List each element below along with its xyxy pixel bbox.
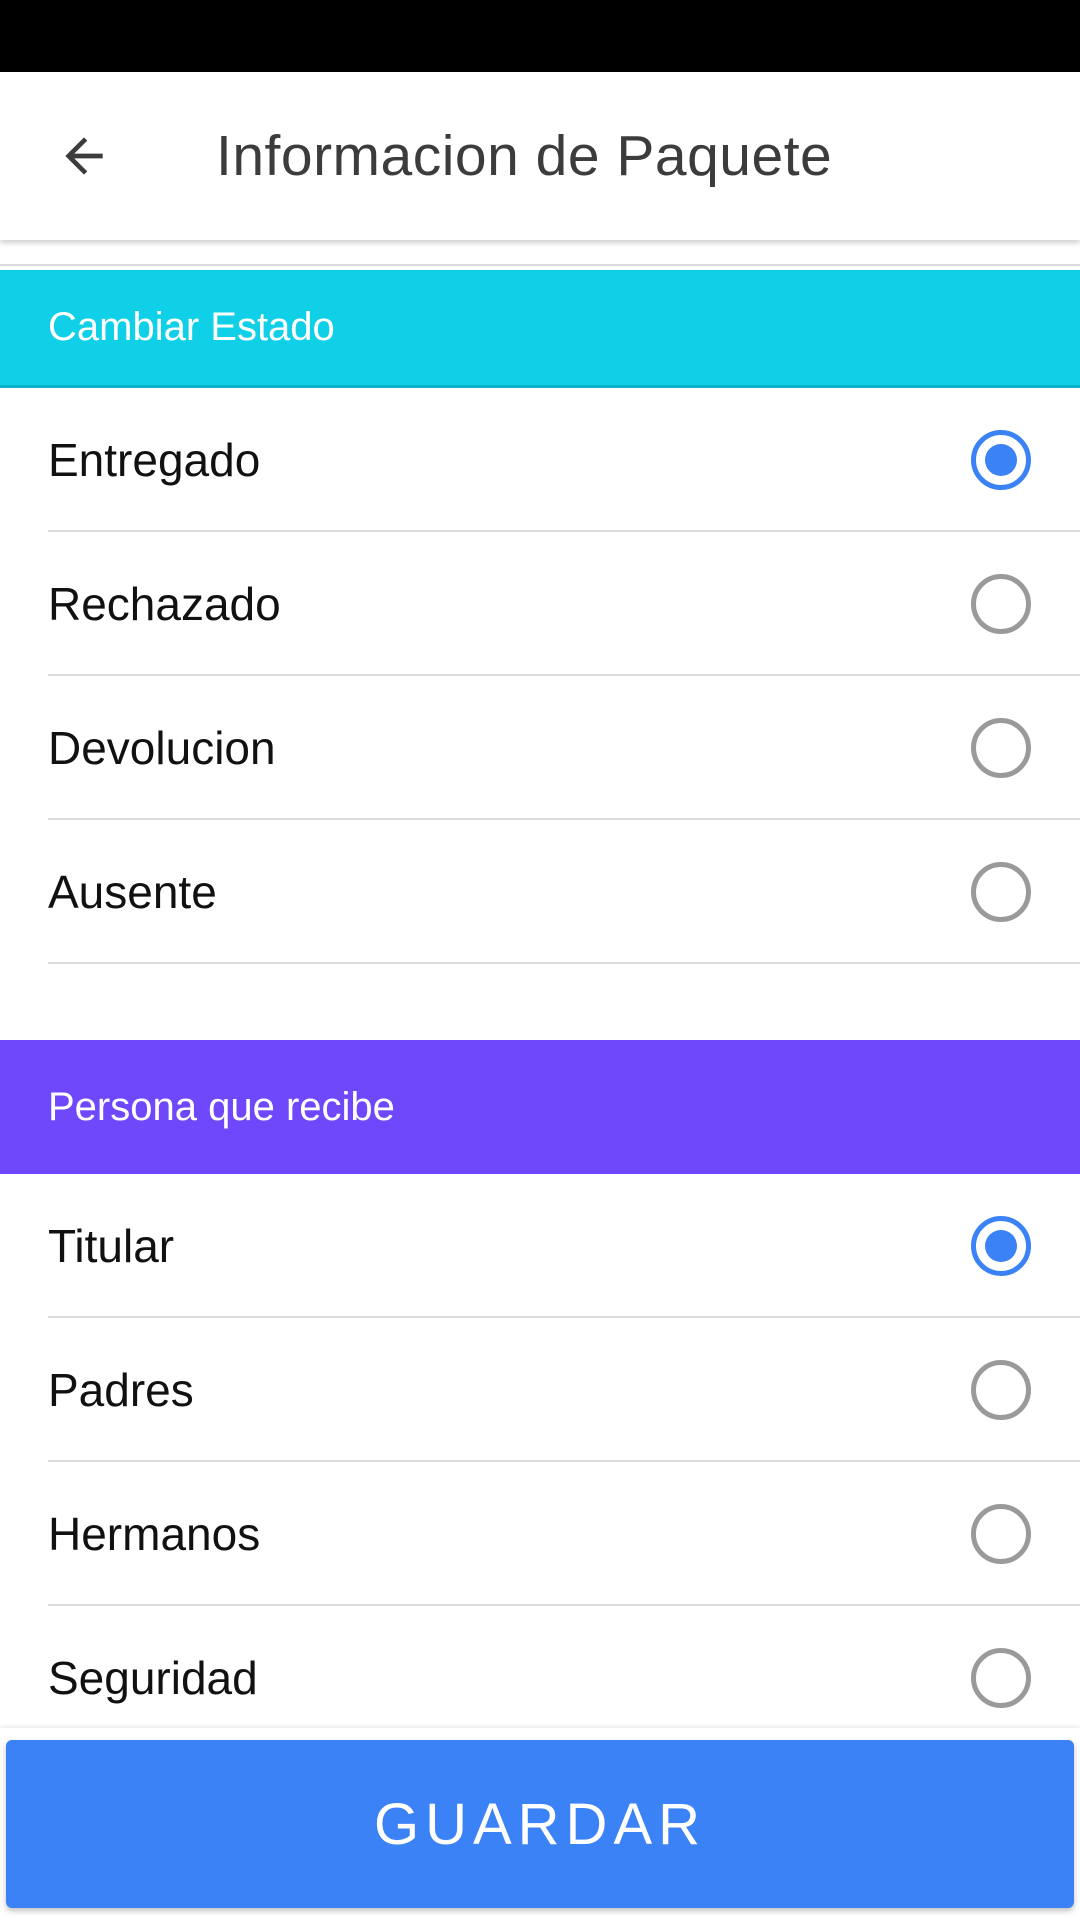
app-bar: Informacion de Paquete xyxy=(0,72,1080,240)
option-label: Devolucion xyxy=(48,722,276,774)
option-label: Seguridad xyxy=(48,1652,258,1704)
save-button[interactable]: GUARDAR xyxy=(6,1740,1074,1908)
arrow-left-icon xyxy=(65,137,103,175)
radio-button[interactable] xyxy=(971,1360,1031,1420)
radio-button-selected[interactable] xyxy=(971,1216,1031,1276)
radio-dot xyxy=(985,444,1017,476)
option-hermanos[interactable]: Hermanos xyxy=(0,1462,1080,1606)
section-header-cambiar-estado: Cambiar Estado xyxy=(0,270,1080,388)
option-label: Rechazado xyxy=(48,578,281,630)
option-label: Hermanos xyxy=(48,1508,261,1560)
option-label: Padres xyxy=(48,1364,194,1416)
radio-button-selected[interactable] xyxy=(971,430,1031,490)
radio-button[interactable] xyxy=(971,1504,1031,1564)
option-label: Titular xyxy=(48,1220,175,1272)
option-label: Entregado xyxy=(48,434,261,486)
radio-button[interactable] xyxy=(971,718,1031,778)
option-padres[interactable]: Padres xyxy=(0,1318,1080,1462)
estado-radio-group: Entregado Rechazado Devolucion Ausente xyxy=(0,388,1080,964)
option-label: Ausente xyxy=(48,866,217,918)
section-header-persona-que-recibe: Persona que recibe xyxy=(0,1040,1080,1174)
divider xyxy=(0,264,1080,266)
content-scroll[interactable]: Cambiar Estado Entregado Rechazado Devol… xyxy=(0,240,1080,1740)
option-entregado[interactable]: Entregado xyxy=(0,388,1080,532)
option-devolucion[interactable]: Devolucion xyxy=(0,676,1080,820)
section-title: Persona que recibe xyxy=(48,1084,395,1129)
option-titular[interactable]: Titular xyxy=(0,1174,1080,1318)
option-rechazado[interactable]: Rechazado xyxy=(0,532,1080,676)
persona-radio-group: Titular Padres Hermanos Seguridad xyxy=(0,1174,1080,1740)
option-seguridad[interactable]: Seguridad xyxy=(0,1606,1080,1740)
page-title: Informacion de Paquete xyxy=(216,124,833,188)
section-title: Cambiar Estado xyxy=(48,305,335,349)
footer: GUARDAR xyxy=(0,1728,1080,1920)
radio-dot xyxy=(985,1230,1017,1262)
option-ausente[interactable]: Ausente xyxy=(0,820,1080,964)
radio-button[interactable] xyxy=(971,1648,1031,1708)
status-bar xyxy=(0,0,1080,72)
radio-button[interactable] xyxy=(971,574,1031,634)
radio-button[interactable] xyxy=(971,862,1031,922)
back-button[interactable] xyxy=(48,120,120,192)
